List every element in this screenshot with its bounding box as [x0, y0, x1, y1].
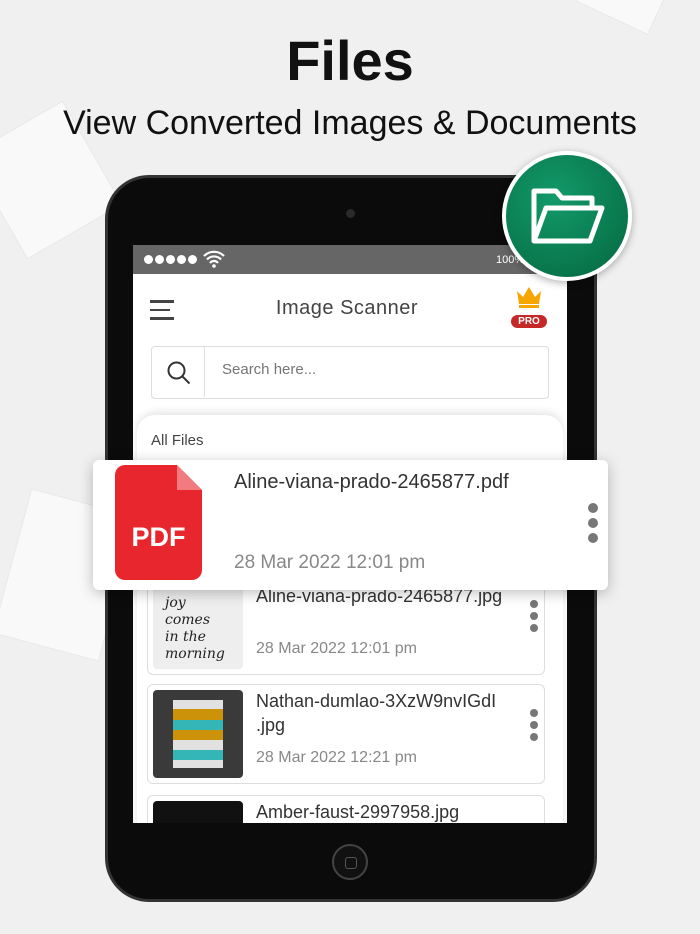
open-folder-icon [531, 188, 605, 244]
wifi-icon [203, 250, 225, 268]
pro-button[interactable]: PRO [509, 283, 549, 331]
file-name: Aline-viana-prado-2465877.pdf [234, 471, 509, 493]
file-thumbnail [153, 690, 243, 778]
app-title: Image Scanner [275, 297, 419, 319]
more-options-icon[interactable] [530, 600, 540, 640]
subheadline: View Converted Images & Documents [63, 104, 637, 142]
home-button[interactable] [332, 844, 368, 880]
file-list-item[interactable]: joy comes in the morning Aline-viana-prado-… [147, 575, 545, 675]
file-date: 28 Mar 2022 12:01 pm [234, 552, 426, 573]
headline: Files [286, 29, 414, 92]
camera-icon [346, 209, 355, 218]
file-name: Amber-faust-2997958.jpg [256, 802, 460, 822]
file-thumbnail [153, 801, 243, 823]
search-input[interactable] [222, 361, 522, 378]
crown-icon [517, 287, 541, 308]
signal-icon [144, 255, 199, 267]
pdf-icon-label: PDF [131, 522, 186, 552]
highlighted-file-card[interactable]: PDF Aline-viana-prado-2465877.pdf 28 Mar… [93, 460, 608, 590]
more-options-icon[interactable] [530, 709, 540, 749]
status-bar: 100% [133, 245, 567, 274]
file-thumbnail: joy comes in the morning [153, 581, 243, 669]
more-options-icon[interactable] [588, 503, 598, 543]
pro-badge: PRO [511, 315, 547, 328]
section-title: All Files [151, 432, 204, 449]
file-date: 28 Mar 2022 12:01 pm [256, 640, 417, 657]
search-bar [151, 346, 549, 399]
file-name: Nathan-dumlao-3XzW9nvIGdI .jpg [256, 691, 497, 735]
file-list-item[interactable]: Amber-faust-2997958.jpg [147, 795, 545, 823]
folder-badge [502, 151, 632, 281]
file-list-item[interactable]: Nathan-dumlao-3XzW9nvIGdI .jpg 28 Mar 20… [147, 684, 545, 784]
file-date: 28 Mar 2022 12:21 pm [256, 749, 417, 766]
search-button[interactable] [152, 347, 205, 397]
search-icon [167, 361, 191, 385]
